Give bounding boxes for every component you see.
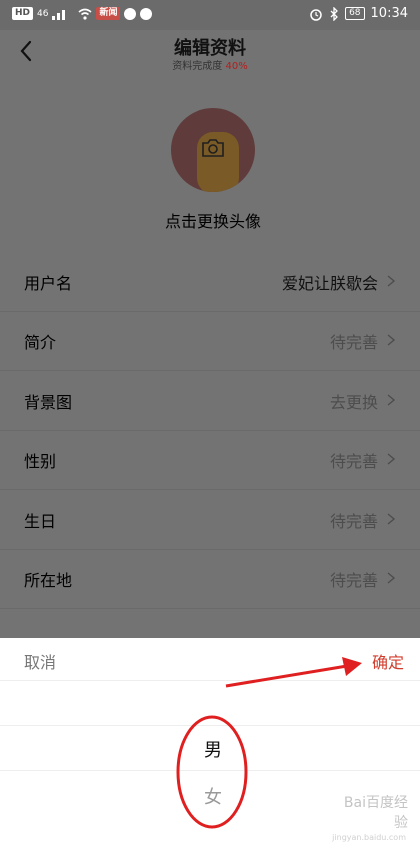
wifi-icon bbox=[78, 8, 92, 20]
row-label: 背景图 bbox=[24, 393, 73, 412]
alarm-icon bbox=[310, 8, 322, 21]
picker-divider-bottom bbox=[0, 770, 420, 771]
picker-divider-top bbox=[0, 725, 420, 726]
row-value: 爱妃让朕歇会 bbox=[281, 274, 378, 293]
row-value: 待完善 bbox=[329, 452, 378, 471]
notification-app-icon bbox=[140, 7, 153, 20]
bluetooth-icon bbox=[330, 6, 338, 21]
picker-toolbar: 取消 确定 bbox=[0, 638, 420, 681]
row-value: 待完善 bbox=[329, 512, 378, 531]
network-label: 46 bbox=[37, 8, 49, 19]
profile-row-location[interactable]: 所在地 待完善 bbox=[0, 549, 420, 609]
status-bar: HD 46 新闻 68 10:34 bbox=[0, 0, 420, 30]
row-label: 生日 bbox=[24, 512, 57, 531]
completion-value: 40% bbox=[225, 61, 248, 72]
row-label: 所在地 bbox=[24, 571, 73, 590]
status-icons: HD 46 新闻 bbox=[12, 7, 153, 20]
clock: 10:34 bbox=[370, 6, 408, 21]
row-value: 待完善 bbox=[329, 571, 378, 590]
signal-icon bbox=[52, 9, 66, 20]
row-value: 去更换 bbox=[329, 393, 378, 412]
row-label: 简介 bbox=[24, 333, 57, 352]
confirm-button[interactable]: 确定 bbox=[372, 649, 404, 673]
news-app-icon: 新闻 bbox=[96, 7, 121, 20]
profile-row-bio[interactable]: 简介 待完善 bbox=[0, 311, 420, 371]
watermark-url: jingyan.baidu.com bbox=[332, 833, 406, 842]
avatar[interactable] bbox=[171, 108, 255, 192]
chevron-right-icon bbox=[387, 334, 396, 346]
message-app-icon bbox=[124, 7, 137, 20]
status-right: 68 10:34 bbox=[309, 6, 408, 21]
baidu-jingyan-watermark: Bai百度经验 bbox=[343, 795, 408, 831]
camera-icon bbox=[202, 139, 224, 157]
cancel-button[interactable]: 取消 bbox=[24, 649, 56, 673]
profile-row-username[interactable]: 用户名 爱妃让朕歇会 bbox=[0, 252, 420, 312]
chevron-right-icon bbox=[387, 513, 396, 525]
chevron-right-icon bbox=[387, 394, 396, 406]
gender-picker-sheet: 取消 确定 男 女 Bai百度经验 jingyan.baidu.com bbox=[0, 638, 420, 842]
row-value: 待完善 bbox=[329, 333, 378, 352]
row-label: 用户名 bbox=[24, 274, 73, 293]
change-avatar-label[interactable]: 点击更换头像 bbox=[0, 208, 420, 232]
dimmed-profile-page[interactable]: 编辑资料 资料完成度 40% 点击更换头像 用户名 爱妃让朕歇会 简介 待完善 … bbox=[0, 30, 420, 638]
profile-row-birthday[interactable]: 生日 待完善 bbox=[0, 490, 420, 550]
battery-indicator: 68 bbox=[345, 7, 365, 20]
gender-option-male[interactable]: 男 bbox=[0, 736, 420, 762]
chevron-right-icon bbox=[387, 453, 396, 465]
nav-bar: 编辑资料 资料完成度 40% bbox=[0, 30, 420, 72]
profile-row-gender[interactable]: 性别 待完善 bbox=[0, 430, 420, 490]
profile-row-background[interactable]: 背景图 去更换 bbox=[0, 371, 420, 431]
completion-label: 资料完成度 bbox=[172, 61, 223, 72]
chevron-right-icon bbox=[387, 275, 396, 287]
hd-badge: HD bbox=[12, 7, 34, 20]
completion-indicator: 资料完成度 40% bbox=[0, 57, 420, 72]
chevron-right-icon bbox=[387, 572, 396, 584]
row-label: 性别 bbox=[24, 452, 57, 471]
